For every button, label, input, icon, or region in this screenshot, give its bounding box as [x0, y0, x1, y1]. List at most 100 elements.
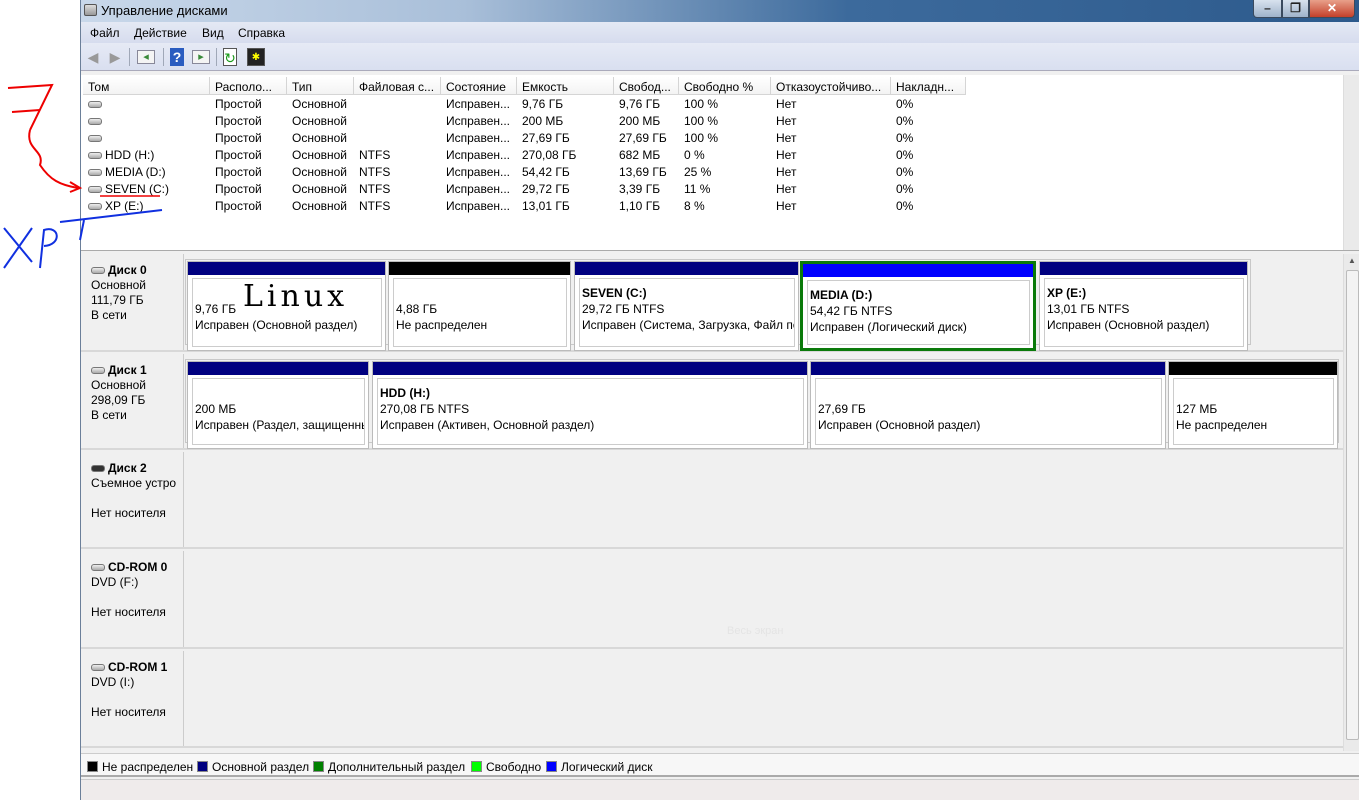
disk-view-scrollbar[interactable]: ▲ [1343, 254, 1359, 751]
partition[interactable]: HDD (H:) 270,08 ГБ NTFS Исправен (Активен,… [372, 361, 808, 449]
cell-value: 0% [896, 165, 914, 179]
properties-icon[interactable]: ✱ [247, 48, 265, 66]
disk-name: CD-ROM 0 [108, 560, 168, 574]
maximize-button[interactable]: ❐ [1282, 0, 1309, 18]
partition-details: HDD (H:) 270,08 ГБ NTFS Исправен (Активен,… [377, 378, 804, 445]
partition-type-bar [373, 362, 807, 375]
cell-value: Нет [776, 182, 797, 196]
partition[interactable]: SEVEN (C:) 29,72 ГБ NTFS Исправен (Система… [574, 261, 799, 351]
scroll-up-arrow-icon[interactable]: ▲ [1348, 256, 1356, 265]
cell-value: Основной [292, 199, 348, 213]
partition[interactable]: MEDIA (D:) 54,42 ГБ NTFS Исправен (Логичес… [800, 261, 1036, 351]
disk-status: Нет носителя [91, 605, 166, 619]
table-row[interactable]: Простой Основной Исправен... 200 МБ 200 МБ 10… [81, 112, 1341, 129]
partition-status: Исправен (Основной раздел) [195, 318, 358, 332]
partition[interactable]: XP (E:) 13,01 ГБ NTFS Исправен (Основной р… [1039, 261, 1248, 351]
annotation-arrow [28, 129, 79, 189]
disk-label[interactable]: CD-ROM 1 DVD (I:) Нет носителя [83, 651, 184, 746]
disk-label[interactable]: CD-ROM 0 DVD (F:) Нет носителя [83, 551, 184, 647]
table-row[interactable]: Простой Основной Исправен... 9,76 ГБ 9,76 ГБ… [81, 95, 1341, 112]
volume-list-scrollbar[interactable] [1343, 75, 1359, 250]
partition-type-bar [1169, 362, 1337, 375]
toolbar: ◀ ▶ ◂ ? ▸ ↻ ✱ [81, 43, 1359, 71]
cell-value: 270,08 ГБ [522, 148, 577, 162]
table-row[interactable]: XP (E:) Простой Основной NTFS Исправен... 13,… [81, 197, 1341, 214]
volume-list: Том Располо... Тип Файловая с... Состояние Ем… [81, 75, 1343, 250]
cell-value: Исправен... [446, 131, 511, 145]
disk-label[interactable]: Диск 2 Съемное устро Нет носителя [83, 452, 184, 547]
table-row[interactable]: Простой Основной Исправен... 27,69 ГБ 27,69 … [81, 129, 1341, 146]
column-header[interactable]: Свободно % [679, 77, 771, 95]
column-header[interactable]: Располо... [210, 77, 287, 95]
table-row[interactable]: HDD (H:) Простой Основной NTFS Исправен... 27… [81, 146, 1341, 163]
cell-value: Исправен... [446, 97, 511, 111]
legend-item: Дополнительный раздел [313, 760, 465, 774]
disk-status: Нет носителя [91, 705, 166, 719]
partition-title: MEDIA (D:) [810, 288, 873, 302]
cell-value: 682 МБ [619, 148, 661, 162]
column-header[interactable]: Тип [287, 77, 354, 95]
column-header[interactable]: Файловая с... [354, 77, 441, 95]
partition[interactable]: 4,88 ГБ Не распределен [388, 261, 571, 351]
cell-value: NTFS [359, 182, 391, 196]
close-button[interactable]: ✕ [1309, 0, 1355, 18]
column-header[interactable]: Накладн... [891, 77, 966, 95]
cell-value: Нет [776, 165, 797, 179]
disk-row: Диск 1 Основной 298,09 ГБ В сети 200 МБ Испра… [81, 354, 1343, 450]
disk-row: CD-ROM 0 DVD (F:) Нет носителя [81, 551, 1343, 649]
disk-type: DVD (F:) [91, 575, 139, 589]
cell-value: Исправен... [446, 199, 511, 213]
partition-status: Исправен (Активен, Основной раздел) [380, 418, 595, 432]
cell-value: 200 МБ [619, 114, 661, 128]
cell-value: Нет [776, 114, 797, 128]
partition[interactable]: 27,69 ГБ Исправен (Основной раздел) [810, 361, 1166, 449]
menu-view[interactable]: Вид [202, 26, 224, 40]
cell-value: Основной [292, 182, 348, 196]
table-row[interactable]: MEDIA (D:) Простой Основной NTFS Исправен...… [81, 163, 1341, 180]
disk-name: Диск 2 [108, 461, 147, 475]
cd-rom-icon [91, 664, 105, 672]
disk-icon [91, 367, 105, 375]
refresh-icon[interactable]: ↻ [223, 48, 237, 66]
cell-value: 1,10 ГБ [619, 199, 661, 213]
partition-status: Не распределен [396, 318, 488, 332]
column-header[interactable]: Отказоустойчиво... [771, 77, 891, 95]
legend-label: Дополнительный раздел [328, 760, 466, 774]
partition-title: HDD (H:) [380, 386, 430, 400]
annotation-seven: 7 [0, 0, 1, 1]
cell-value: 27,69 ГБ [522, 131, 570, 145]
status-bar [81, 779, 1359, 800]
minimize-button[interactable]: – [1253, 0, 1282, 18]
partition[interactable]: 200 МБ Исправен (Раздел, защищенны [187, 361, 369, 449]
title-bar[interactable]: Управление дисками – ❐ ✕ [81, 0, 1359, 22]
cell-value: Нет [776, 131, 797, 145]
cell-value: 0% [896, 199, 914, 213]
partition-type-bar [389, 262, 570, 275]
partition-details: 127 МБ Не распределен [1173, 378, 1334, 445]
partition-status: Исправен (Основной раздел) [818, 418, 981, 432]
legend-item: Логический диск [546, 760, 653, 774]
action-pane-icon[interactable]: ▸ [192, 50, 210, 64]
column-header[interactable]: Состояние [441, 77, 517, 95]
disk-label[interactable]: Диск 1 Основной 298,09 ГБ В сети [83, 354, 184, 448]
scrollbar-thumb[interactable] [1346, 270, 1359, 740]
cell-value: Основной [292, 114, 348, 128]
table-row[interactable]: SEVEN (C:) Простой Основной NTFS Исправен...… [81, 180, 1341, 197]
disk-icon [91, 465, 105, 473]
column-header[interactable]: Емкость [517, 77, 614, 95]
partition[interactable]: 127 МБ Не распределен [1168, 361, 1338, 449]
disk-name: CD-ROM 1 [108, 660, 168, 674]
legend: Не распределен Основной раздел Дополнитель… [81, 753, 1359, 777]
cell-value: 11 % [684, 182, 711, 196]
cell-value: Исправен... [446, 165, 511, 179]
table-cell: 8 % [679, 199, 771, 216]
menu-help[interactable]: Справка [238, 26, 285, 40]
annotation-seven-stroke [7, 83, 54, 131]
cell-value: Нет [776, 97, 797, 111]
column-header[interactable]: Свобод... [614, 77, 679, 95]
legend-swatch [546, 761, 557, 772]
legend-swatch [313, 761, 324, 772]
cell-value: 100 % [684, 114, 719, 128]
cell-value: Основной [292, 165, 348, 179]
partition-details: 200 МБ Исправен (Раздел, защищенны [192, 378, 365, 445]
